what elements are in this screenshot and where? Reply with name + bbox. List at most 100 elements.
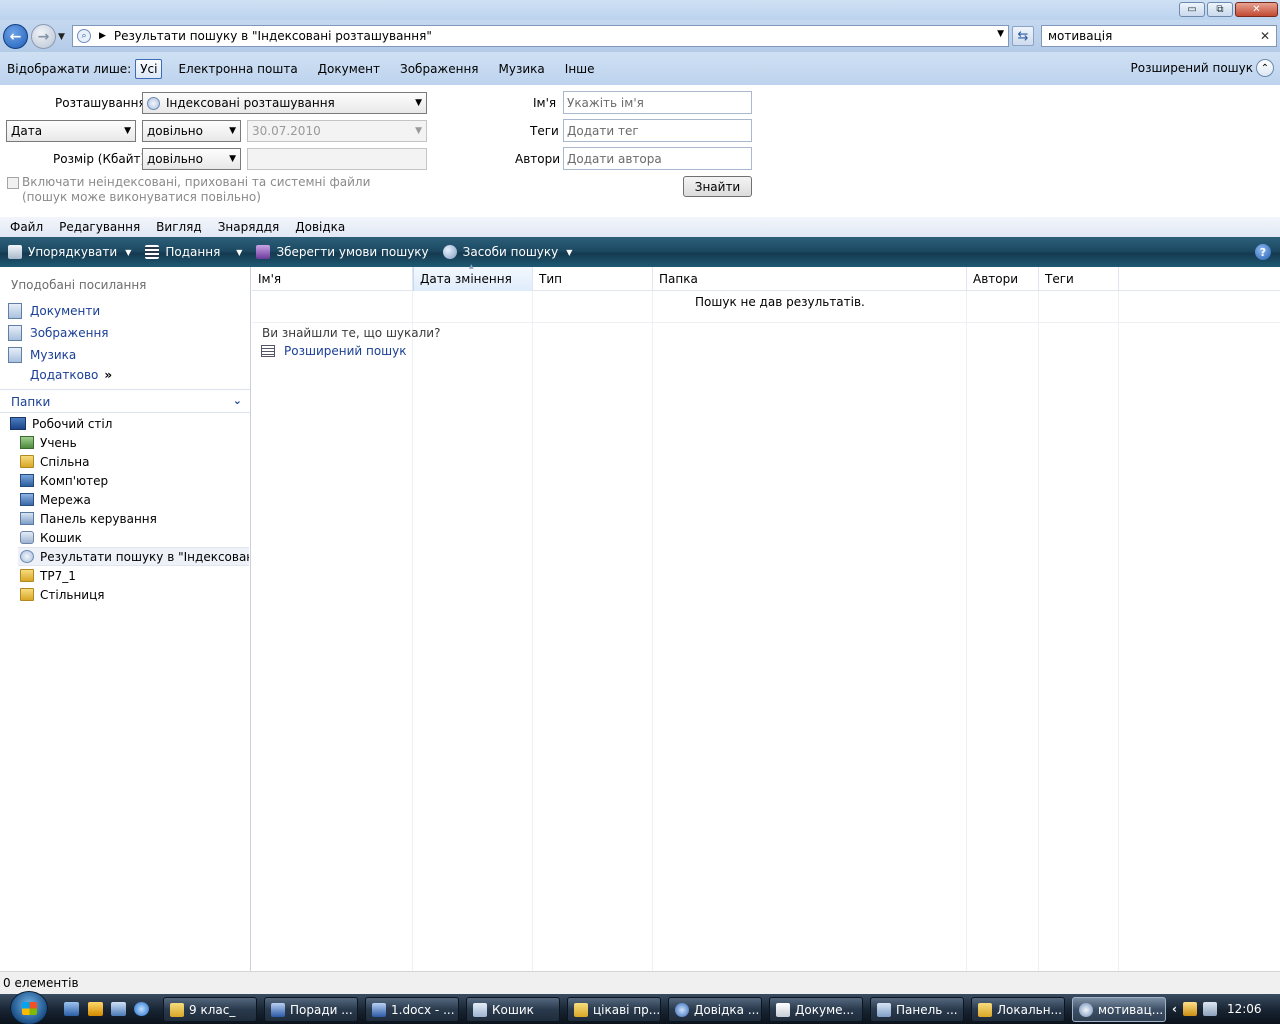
tree-item-desktop[interactable]: Робочий стіл (10, 414, 250, 433)
filter-pictures[interactable]: Зображення (396, 60, 483, 78)
tree-item-stilnytsia[interactable]: Стільниця (20, 585, 260, 604)
minimize-button[interactable]: ▭ (1179, 2, 1205, 17)
tree-item-user[interactable]: Учень (20, 433, 260, 452)
save-search-button[interactable]: Зберегти умови пошуку (256, 245, 429, 259)
command-bar: Упорядкувати ▼ Подання ▼ Зберегти умови … (0, 237, 1280, 267)
system-tray: ‹ 12:06 (1168, 994, 1280, 1024)
column-tags[interactable]: Теги (1039, 267, 1119, 291)
clock[interactable]: 12:06 (1227, 1002, 1262, 1016)
language-icon[interactable] (1182, 1002, 1197, 1016)
media-player-icon[interactable] (88, 1002, 103, 1016)
search-results-icon (1079, 1002, 1093, 1017)
tree-item-tp7[interactable]: TP7_1 (20, 566, 260, 585)
column-divider (532, 291, 533, 971)
taskbar: 9 клас_ Поради ... 1.docx - ... Кошик ці… (0, 991, 1280, 1024)
filter-other[interactable]: Інше (561, 60, 599, 78)
tree-item-public[interactable]: Спільна (20, 452, 260, 471)
tree-item-label: Панель керування (40, 511, 157, 526)
favorite-pictures[interactable]: Зображення (8, 325, 109, 341)
search-input[interactable]: мотивація ✕ (1041, 25, 1277, 47)
advanced-search-link[interactable]: Розширений пошук (261, 344, 407, 358)
column-date-modified[interactable]: Дата змінення (413, 263, 533, 291)
switch-windows-icon[interactable] (111, 1002, 126, 1016)
more-favorites-link[interactable]: Додатково » (30, 368, 112, 382)
help-icon[interactable]: ? (1255, 244, 1271, 260)
views-button[interactable]: Подання ▼ (145, 245, 242, 259)
word-document-icon (271, 1002, 285, 1017)
address-bar[interactable]: ⌕ ▶ Результати пошуку в "Індексовані роз… (72, 25, 1009, 47)
address-path[interactable]: Результати пошуку в "Індексовані розташу… (114, 29, 432, 43)
size-value-input[interactable] (247, 148, 427, 170)
favorite-music-label: Музика (30, 348, 77, 362)
taskbar-item[interactable]: Локальн... (971, 997, 1065, 1022)
breadcrumb-chevron-icon[interactable]: ▶ (99, 31, 106, 41)
filter-music[interactable]: Музика (495, 60, 549, 78)
authors-input[interactable]: Додати автора (563, 147, 752, 170)
location-select[interactable]: Індексовані розташування ▼ (142, 92, 427, 114)
tree-item-network[interactable]: Мережа (20, 490, 260, 509)
back-button[interactable]: ← (3, 24, 28, 49)
close-button[interactable]: ✕ (1235, 2, 1278, 17)
recycle-bin-icon (20, 531, 34, 544)
magnifier-icon (442, 245, 457, 259)
menu-file[interactable]: Файл (10, 220, 43, 234)
taskbar-item[interactable]: цікаві пр... (567, 997, 661, 1022)
taskbar-item[interactable]: Панель ... (870, 997, 964, 1022)
taskbar-item[interactable]: Довідка ... (668, 997, 762, 1022)
include-nonindexed-checkbox[interactable] (7, 177, 19, 189)
internet-explorer-icon[interactable] (134, 1002, 149, 1016)
menu-view[interactable]: Вигляд (156, 220, 202, 234)
start-button[interactable] (10, 991, 48, 1024)
taskbar-item-label: Панель ... (896, 1002, 958, 1017)
close-icon: ✕ (1252, 4, 1261, 15)
tags-input[interactable]: Додати тег (563, 119, 752, 142)
volume-icon[interactable] (1202, 1002, 1217, 1016)
recent-pages-dropdown[interactable]: ▼ (58, 32, 65, 42)
date-operator-select[interactable]: довільно ▼ (142, 120, 241, 142)
maximize-button[interactable]: ⧉ (1207, 2, 1233, 17)
organize-button[interactable]: Упорядкувати ▼ (8, 245, 131, 259)
address-dropdown-icon[interactable]: ▼ (997, 29, 1004, 39)
filter-all[interactable]: Усі (135, 58, 163, 79)
tray-expand-icon[interactable]: ‹ (1172, 1002, 1177, 1016)
taskbar-item[interactable]: Докуме... (769, 997, 863, 1022)
date-picker[interactable]: 30.07.2010 ▼ (247, 120, 427, 142)
column-folder[interactable]: Папка (653, 267, 967, 291)
clear-search-icon[interactable]: ✕ (1260, 29, 1270, 43)
column-name[interactable]: Ім'я (252, 267, 413, 291)
menu-edit[interactable]: Редагування (59, 220, 140, 234)
find-button[interactable]: Знайти (683, 176, 752, 197)
taskbar-item-active[interactable]: мотивац... (1072, 997, 1166, 1022)
divider (252, 322, 1280, 323)
size-operator-select[interactable]: довільно ▼ (142, 148, 241, 170)
show-desktop-icon[interactable] (64, 1002, 79, 1016)
column-authors[interactable]: Автори (967, 267, 1039, 291)
search-folder-icon: ⌕ (77, 29, 91, 43)
taskbar-item[interactable]: 9 клас_ (163, 997, 257, 1022)
tree-item-control-panel[interactable]: Панель керування (20, 509, 260, 528)
menu-tools[interactable]: Знаряддя (218, 220, 280, 234)
advanced-search-panel: Розташування Індексовані розташування ▼ … (0, 85, 1280, 217)
status-bar: 0 елементів (0, 971, 1280, 994)
taskbar-item[interactable]: Кошик (466, 997, 560, 1022)
menu-bar: Файл Редагування Вигляд Знаряддя Довідка (0, 217, 1280, 237)
tree-item-search-results[interactable]: Результати пошуку в "Індексовані роз (18, 547, 249, 566)
favorite-music[interactable]: Музика (8, 347, 76, 363)
name-input[interactable]: Укажіть ім'я (563, 91, 752, 114)
tree-item-computer[interactable]: Комп'ютер (20, 471, 260, 490)
window-controls: ▭ ⧉ ✕ (1179, 2, 1278, 17)
forward-button[interactable]: → (31, 24, 56, 49)
folders-header[interactable]: Папки ⌄ (0, 389, 250, 413)
search-tools-button[interactable]: Засоби пошуку ▼ (442, 245, 572, 259)
filter-email[interactable]: Електронна пошта (174, 60, 301, 78)
taskbar-item[interactable]: 1.docx - ... (365, 997, 459, 1022)
menu-help[interactable]: Довідка (295, 220, 345, 234)
tree-item-recycle-bin[interactable]: Кошик (20, 528, 260, 547)
favorite-documents[interactable]: Документи (8, 303, 100, 319)
column-type[interactable]: Тип (533, 267, 653, 291)
taskbar-item[interactable]: Поради ... (264, 997, 358, 1022)
date-field-select[interactable]: Дата ▼ (6, 120, 136, 142)
filter-document[interactable]: Документ (314, 60, 384, 78)
refresh-button[interactable]: ⇆ (1012, 26, 1034, 46)
advanced-search-toggle[interactable]: Розширений пошук ⌃ (1130, 59, 1274, 77)
